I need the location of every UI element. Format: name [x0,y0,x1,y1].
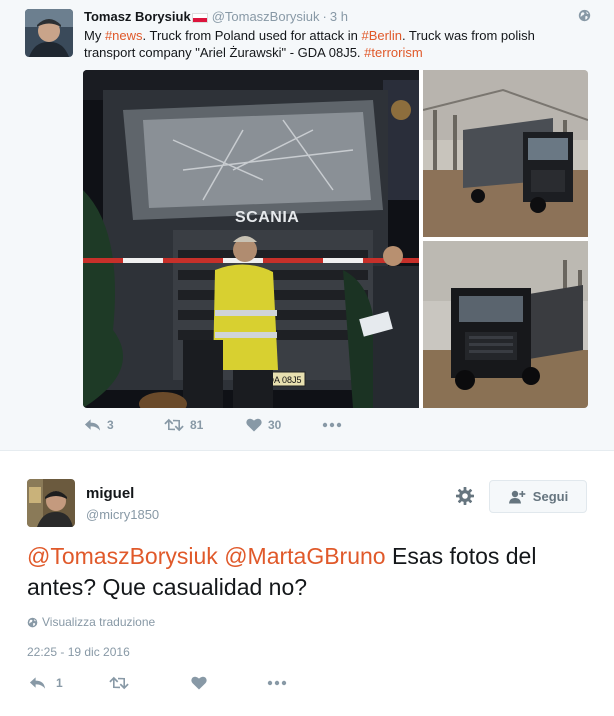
quoted-tweet[interactable]: Tomasz Borysiuk @TomaszBorysiuk · 3 h My #n… [0,0,614,451]
translate-label: Visualizza traduzione [42,615,156,629]
hashtag-news[interactable]: #news [105,28,143,43]
reply-icon [84,419,101,431]
more-action[interactable] [322,418,342,432]
quoted-author-avatar[interactable] [25,9,73,57]
photo-crashed-truck[interactable]: SCANIA GDA 08J5 [83,70,419,408]
follow-button-label: Segui [532,489,569,504]
reply-count: 1 [56,676,63,690]
more-icon [322,422,342,428]
follow-user-icon [508,490,526,503]
reply-action[interactable]: 3 [84,418,114,432]
tweet-timestamp[interactable]: 22:25 - 19 dic 2016 [27,645,130,659]
quoted-author-name[interactable]: Tomasz Borysiuk [84,9,191,24]
quoted-tweet-media[interactable]: SCANIA GDA 08J5 [83,70,588,408]
reply-count: 3 [107,418,114,432]
quoted-tweet-text: My #news. Truck from Poland used for att… [84,27,584,61]
retweet-icon [109,676,129,690]
more-action[interactable] [267,676,287,690]
photo-truck-construction-site[interactable] [422,70,588,237]
reply-icon [29,677,46,689]
separator-dot: · [322,9,327,24]
main-tweet-text: @TomaszBorysiuk @MartaGBruno Esas fotos … [27,541,597,603]
like-action[interactable] [191,676,207,690]
follow-button[interactable]: Segui [489,480,587,513]
translate-link[interactable]: Visualizza traduzione [27,615,155,629]
more-icon [267,680,287,686]
hashtag-terrorism[interactable]: #terrorism [364,45,423,60]
mention-martagbruno[interactable]: @MartaGBruno [224,543,385,569]
heart-icon [246,418,262,432]
text-segment: . Truck from Poland used for attack in [142,28,362,43]
heart-icon [191,676,207,690]
quoted-author-handle[interactable]: @TomaszBorysiuk [212,9,320,24]
quoted-tweet-header: Tomasz Borysiuk @TomaszBorysiuk · 3 h [84,9,348,24]
main-author-name[interactable]: miguel [86,485,134,502]
main-author-avatar[interactable] [27,479,75,527]
text-segment: My [84,28,105,43]
main-author-handle[interactable]: @micry1850 [86,507,159,522]
retweet-action[interactable] [109,676,129,690]
reply-action[interactable]: 1 [29,676,63,690]
poland-flag-icon [191,12,208,23]
like-action[interactable]: 30 [246,418,281,432]
retweet-count: 81 [190,418,204,432]
hashtag-berlin[interactable]: #Berlin [361,28,401,43]
globe-icon [578,9,591,22]
photo-dark-truck[interactable] [423,241,588,408]
globe-icon [27,617,38,627]
truck-badge-text: SCANIA [235,209,299,226]
mention-tomaszborysiuk[interactable]: @TomaszBorysiuk [27,543,218,569]
like-count: 30 [268,418,282,432]
retweet-action[interactable]: 81 [164,418,203,432]
gear-icon[interactable] [455,486,475,506]
retweet-icon [164,418,184,432]
quoted-tweet-time[interactable]: 3 h [330,9,348,24]
